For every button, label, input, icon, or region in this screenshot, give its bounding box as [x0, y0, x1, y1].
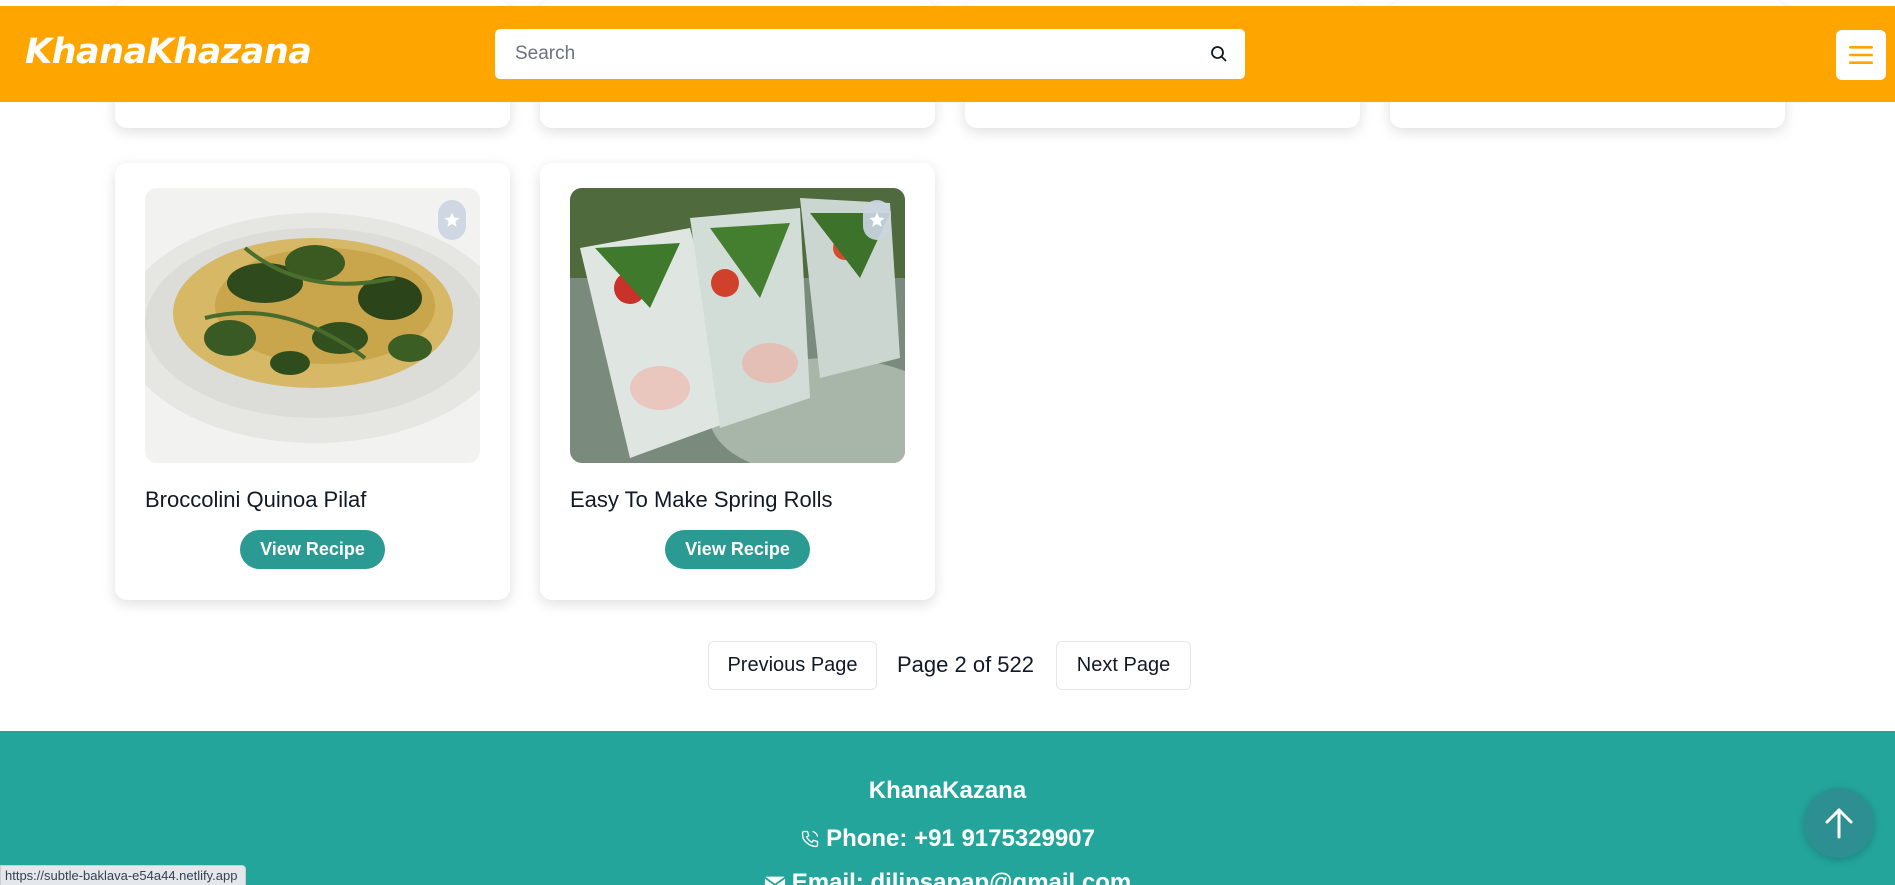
view-recipe-button[interactable]: View Recipe	[665, 530, 810, 569]
view-recipe-button[interactable]: View Recipe	[240, 530, 385, 569]
search-input[interactable]: Search	[495, 29, 1245, 79]
mail-icon	[764, 876, 786, 885]
footer-email: Email: dilipsapap@gmail.com	[0, 869, 1895, 885]
previous-page-button[interactable]: Previous Page	[708, 641, 877, 690]
footer-brand: KhanaKazana	[868, 777, 1027, 804]
next-page-button[interactable]: Next Page	[1056, 641, 1191, 690]
top-navbar: KhanaKhazana Search	[0, 6, 1895, 102]
search-placeholder: Search	[515, 43, 576, 64]
scroll-to-top-button[interactable]	[1804, 788, 1874, 858]
footer-email-text[interactable]: Email: dilipsapap@gmail.com	[792, 869, 1131, 885]
quinoa-pilaf-photo	[145, 188, 480, 463]
recipe-image[interactable]	[145, 188, 480, 463]
recipe-card: Broccolini Quinoa Pilaf View Recipe	[115, 163, 510, 600]
search-icon[interactable]	[1209, 44, 1229, 64]
favorite-button[interactable]	[863, 200, 891, 240]
site-logo[interactable]: KhanaKhazana	[25, 32, 312, 72]
recipe-image[interactable]	[570, 188, 905, 463]
recipe-card: Easy To Make Spring Rolls View Recipe	[540, 163, 935, 600]
star-icon	[869, 212, 885, 227]
page-indicator: Page 2 of 522	[897, 652, 1035, 677]
star-icon	[444, 212, 460, 227]
menu-button[interactable]	[1836, 30, 1886, 80]
status-bar-url: https://subtle-baklava-e54a44.netlify.ap…	[0, 865, 247, 885]
recipe-title: Easy To Make Spring Rolls	[570, 487, 833, 512]
arrow-up-icon	[1825, 808, 1853, 839]
spring-rolls-photo	[570, 188, 905, 463]
footer: KhanaKazana Phone: +91 9175329907 Email:…	[0, 731, 1895, 885]
phone-icon	[801, 830, 819, 848]
recipe-title: Broccolini Quinoa Pilaf	[145, 487, 367, 512]
footer-phone-text: Phone: +91 9175329907	[826, 825, 1095, 852]
favorite-button[interactable]	[438, 200, 466, 240]
footer-phone: Phone: +91 9175329907	[0, 825, 1895, 853]
page: KhanaKhazana Search Broccolini Quinoa Pi…	[0, 0, 1895, 885]
hamburger-menu-icon	[1849, 46, 1873, 64]
